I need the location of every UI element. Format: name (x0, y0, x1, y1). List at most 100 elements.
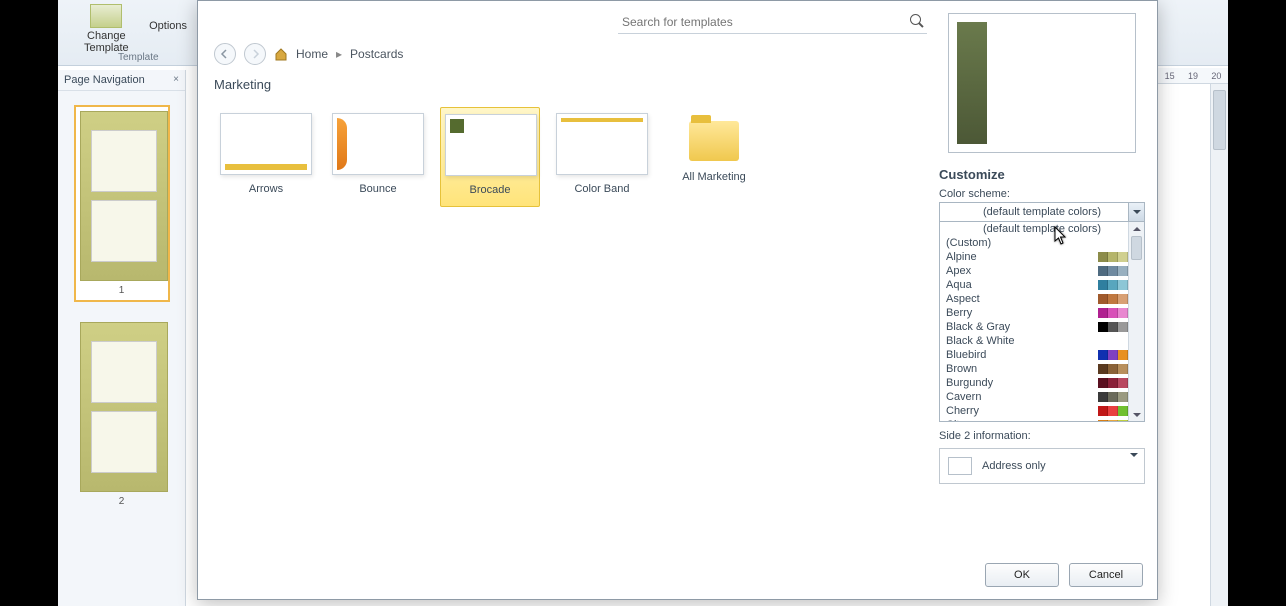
options-label: Options (149, 20, 187, 32)
swatch (1108, 350, 1118, 360)
swatch (1098, 350, 1108, 360)
swatch (1108, 420, 1118, 422)
page-nav-title-text: Page Navigation (64, 74, 145, 86)
swatch (1098, 392, 1108, 402)
page-thumb-2-num: 2 (80, 496, 164, 507)
swatch (1118, 406, 1128, 416)
template-bounce[interactable]: Bounce (328, 107, 428, 207)
swatch (1118, 280, 1128, 290)
scheme-option[interactable]: Cherry (940, 404, 1144, 418)
folder-icon (689, 121, 739, 161)
scroll-down-icon[interactable] (1129, 408, 1144, 421)
scheme-option[interactable]: Apex (940, 264, 1144, 278)
scroll-up-icon[interactable] (1129, 222, 1144, 235)
swatch (1098, 266, 1108, 276)
category-heading: Marketing (214, 77, 271, 92)
page-thumb-1[interactable]: 1 (74, 105, 170, 302)
swatch (1098, 252, 1108, 262)
scheme-name: Cherry (946, 405, 979, 417)
scheme-name: Bluebird (946, 349, 986, 361)
scheme-option[interactable]: Aqua (940, 278, 1144, 292)
scheme-option[interactable]: Brown (940, 362, 1144, 376)
options-button[interactable]: Options (141, 18, 195, 34)
swatch (1108, 266, 1118, 276)
swatch (1108, 406, 1118, 416)
template-brocade-label: Brocade (445, 184, 535, 196)
scheme-option[interactable]: Black & White (940, 334, 1144, 348)
swatch (1118, 350, 1128, 360)
swatch (1118, 364, 1128, 374)
scheme-header-label: (default template colors) (983, 223, 1101, 235)
color-scheme-label: Color scheme: (939, 188, 1145, 200)
swatch (1118, 294, 1128, 304)
color-scheme-selected: (default template colors) (983, 206, 1101, 218)
publisher-window: Change Template Options Ma Template Page… (58, 0, 1228, 606)
template-brocade-thumb (445, 114, 537, 176)
template-bounce-thumb (332, 113, 424, 175)
home-icon[interactable] (274, 47, 288, 61)
color-scheme-dropdown: (default template colors) (Custom)Alpine… (939, 222, 1145, 422)
template-gallery: Arrows Bounce Brocade Color Band All Mar… (210, 101, 923, 549)
template-search (618, 11, 927, 34)
scheme-option[interactable]: Citrus (940, 418, 1144, 422)
swatch (1118, 378, 1128, 388)
template-colorband[interactable]: Color Band (552, 107, 652, 207)
folder-all-marketing[interactable]: All Marketing (664, 107, 764, 207)
side2-thumb-icon (948, 457, 972, 475)
swatch (1098, 280, 1108, 290)
swatch (1118, 392, 1128, 402)
side2-dropdown-icon[interactable] (1130, 457, 1138, 475)
scheme-option[interactable]: Berry (940, 306, 1144, 320)
template-colorband-thumb (556, 113, 648, 175)
color-scheme-combo[interactable]: (default template colors) (939, 202, 1145, 222)
template-icon (90, 4, 122, 28)
swatch (1118, 420, 1128, 422)
scroll-thumb[interactable] (1131, 236, 1142, 260)
scheme-name: Brown (946, 363, 977, 375)
search-icon[interactable] (909, 13, 925, 29)
swatch (1098, 364, 1108, 374)
swatch (1098, 378, 1108, 388)
document-vscrollbar[interactable] (1210, 84, 1228, 606)
template-preview (948, 13, 1136, 153)
breadcrumb-home[interactable]: Home (296, 47, 328, 61)
customize-panel: Customize Color scheme: (default templat… (939, 13, 1145, 549)
ok-button[interactable]: OK (985, 563, 1059, 587)
swatch (1108, 294, 1118, 304)
scheme-option[interactable]: Burgundy (940, 376, 1144, 390)
swatch (1118, 252, 1128, 262)
swatch (1118, 308, 1128, 318)
scheme-name: Burgundy (946, 377, 993, 389)
template-brocade[interactable]: Brocade (440, 107, 540, 207)
scheme-option[interactable]: Cavern (940, 390, 1144, 404)
ruler-mark: 15 (1165, 71, 1175, 81)
swatch (1108, 252, 1118, 262)
page-navigation-pane: Page Navigation × 1 2 (58, 70, 186, 606)
breadcrumb-current[interactable]: Postcards (350, 47, 403, 61)
page-nav-title: Page Navigation × (58, 70, 185, 91)
side2-combo[interactable]: Address only (939, 448, 1145, 484)
nav-forward-button[interactable] (244, 43, 266, 65)
scheme-name: Black & White (946, 335, 1014, 347)
swatch (1108, 280, 1118, 290)
swatch (1098, 294, 1108, 304)
folder-all-marketing-label: All Marketing (668, 171, 760, 183)
scheme-option[interactable]: Bluebird (940, 348, 1144, 362)
change-template-button[interactable]: Change Template (76, 2, 137, 56)
page-thumb-2[interactable]: 2 (74, 316, 170, 513)
nav-back-button[interactable] (214, 43, 236, 65)
scheme-scrollbar[interactable] (1128, 222, 1144, 421)
combo-dropdown-button[interactable] (1128, 203, 1144, 221)
scheme-option[interactable]: Aspect (940, 292, 1144, 306)
scheme-header[interactable]: (default template colors) (940, 222, 1144, 236)
cancel-button[interactable]: Cancel (1069, 563, 1143, 587)
search-input[interactable] (618, 11, 927, 34)
scheme-option[interactable]: Alpine (940, 250, 1144, 264)
scheme-option[interactable]: (Custom) (940, 236, 1144, 250)
template-arrows[interactable]: Arrows (216, 107, 316, 207)
scheme-option[interactable]: Black & Gray (940, 320, 1144, 334)
scheme-name: Aqua (946, 279, 972, 291)
swatch (1108, 308, 1118, 318)
pane-close-icon[interactable]: × (173, 74, 179, 85)
page-thumb-1-preview (80, 111, 168, 281)
